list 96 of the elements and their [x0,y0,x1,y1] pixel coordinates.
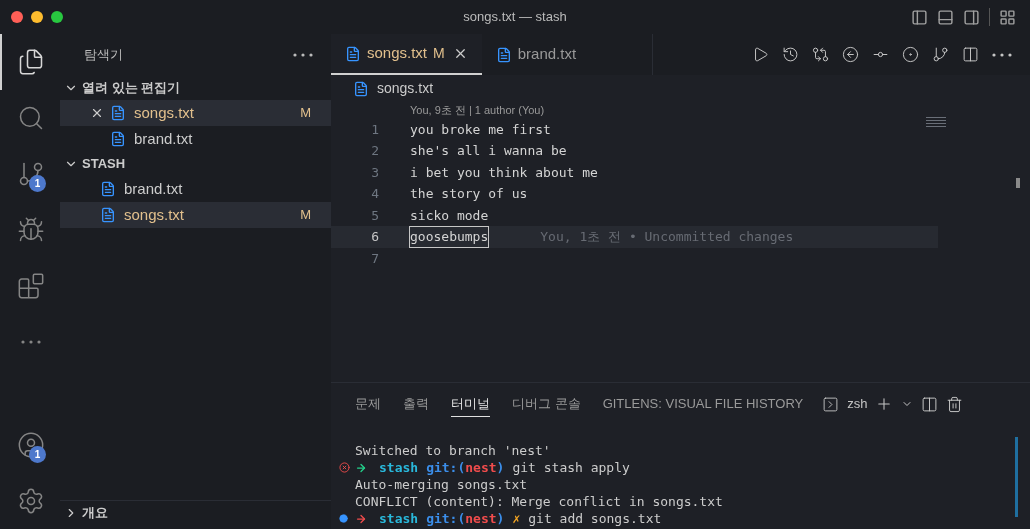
line-number: 7 [370,249,379,268]
modified-status: M [433,44,445,63]
activity-item[interactable]: 1 [0,417,60,473]
editor-tab[interactable]: brand.txt [481,34,654,75]
next-commit-icon[interactable] [902,46,919,63]
prompt-git-close: ) [496,459,505,476]
window-title: songs.txt — stash [463,8,567,27]
file-item[interactable]: brand.txt [60,176,331,202]
file-icon [100,207,116,223]
previous-commit-icon[interactable] [842,46,859,63]
terminal-output: CONFLICT (content): Merge conflict in songs.txt [355,493,724,510]
toggle-panel-icon[interactable] [937,8,954,26]
count-badge: 1 [29,446,46,463]
modified-status: M [300,206,311,225]
activity-item[interactable]: 1 [0,146,60,202]
close-icon[interactable] [90,106,104,120]
terminal-output: Auto-merging songs.txt [355,476,529,493]
terminal-output: Switched to branch 'nest' [355,442,552,459]
panel-tab[interactable]: 터미널 [451,391,490,417]
prompt-branch: nest [465,459,497,476]
toggle-sidebar-icon[interactable] [911,8,928,26]
more-icon[interactable] [21,340,41,344]
file-icon [110,105,126,121]
code-line: goosebumps [410,227,489,247]
file-icon [495,46,512,63]
layout-icon[interactable] [999,8,1016,26]
blocks-icon [17,272,45,300]
modified-status: M [300,104,311,123]
breadcrumb[interactable]: songs.txt [377,78,434,99]
editor-tab[interactable]: songs.txt M [331,34,482,75]
line-number: 3 [370,163,379,182]
file-name: songs.txt [134,102,195,123]
file-icon [345,45,361,62]
search-icon [17,104,45,132]
line-number: 5 [370,206,379,225]
trash-icon[interactable] [946,395,964,413]
prompt-git-close: ) [496,510,505,527]
line-number: 1 [370,120,379,139]
terminal-command: git stash apply [512,459,630,476]
file-name: brand.txt [134,128,193,149]
scrollbar [1016,178,1020,188]
sidebar-title: 탐색기 [84,46,123,65]
prompt-dir: stash [379,459,419,476]
settings-icon [17,487,45,515]
more-icon[interactable] [992,52,1012,57]
code-line: she's all i wanna be [410,142,567,160]
close-window-button[interactable] [11,11,23,23]
section-header[interactable]: STASH [60,152,331,176]
prompt-dir: stash [379,510,419,527]
line-number: 4 [370,185,379,203]
file-icon [100,181,116,197]
section-header[interactable]: 개요 [60,500,331,524]
file-item[interactable]: brand.txt [60,126,331,152]
panel-tab[interactable]: 문제 [355,391,381,417]
prompt-branch: nest [465,510,497,527]
compare-icon[interactable] [812,46,829,63]
prompt-git: git:( [426,459,466,476]
panel-tab[interactable]: GITLENS: VISUAL FILE HISTORY [602,391,804,417]
panel-tab[interactable]: 디버그 콘솔 [512,391,581,417]
section-header[interactable]: 열려 있는 편집기 [60,76,331,100]
split-editor-icon[interactable] [962,46,979,63]
terminal-name[interactable]: zsh [847,394,868,414]
zoom-window-button[interactable] [51,11,63,23]
tab-label: brand.txt [517,44,577,65]
dirty-mark: ✗ [512,510,521,527]
terminal-icon [822,395,840,413]
file-name: brand.txt [124,178,183,199]
tab-label: songs.txt [367,43,428,64]
line-number: 2 [370,142,379,160]
branch-icon [17,160,45,188]
code-line: i bet you think about me [410,163,598,182]
file-item[interactable]: songs.txt M [60,202,331,228]
panel-tab[interactable]: 출력 [403,391,429,417]
more-icon[interactable] [293,53,313,57]
toggle-secondary-sidebar-icon[interactable] [963,8,980,26]
history-icon[interactable] [782,46,799,63]
prompt-git: git:( [426,510,466,527]
files-icon [17,48,45,76]
minimize-window-button[interactable] [31,11,43,23]
bug-icon [17,216,45,244]
file-item[interactable]: songs.txt M [60,100,331,126]
codelens[interactable]: You, 9초 전 | 1 author (You) [331,102,1030,119]
terminal-command: git add songs.txt [528,510,662,527]
file-icon [353,80,369,97]
line-number: 6 [370,228,379,246]
inline-blame: You, 1초 전 • Uncommitted changes [540,228,794,246]
file-icon [110,131,126,147]
count-badge: 1 [29,175,46,192]
code-line: you broke me first [410,120,551,139]
code-line: the story of us [410,185,528,203]
split-icon[interactable] [921,395,939,413]
code-line: sicko mode [410,206,489,225]
account-icon [17,431,45,459]
file-name: songs.txt [124,204,185,225]
branch-icon[interactable] [932,46,949,63]
run-icon[interactable] [752,46,769,63]
